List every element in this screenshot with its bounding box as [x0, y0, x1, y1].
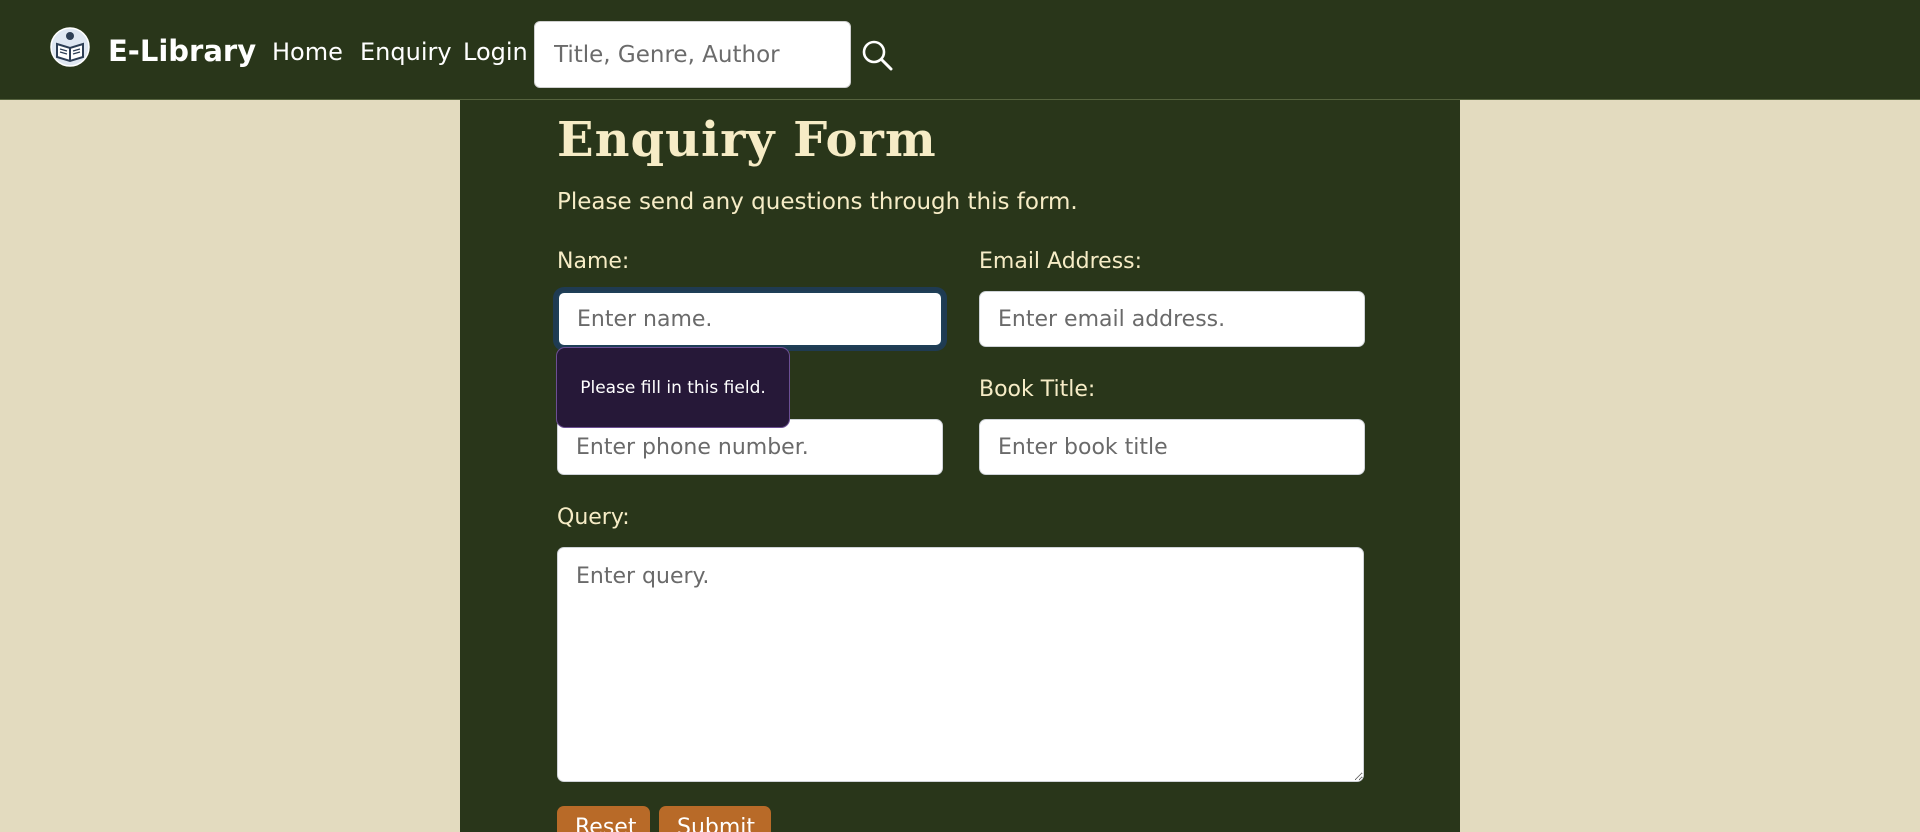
query-field[interactable]	[557, 547, 1364, 782]
email-field[interactable]	[979, 291, 1365, 347]
nav-login-link[interactable]: Login	[463, 36, 528, 68]
name-label: Name:	[557, 249, 630, 274]
validation-tooltip: Please fill in this field.	[556, 347, 790, 428]
submit-button[interactable]: Submit	[659, 806, 771, 832]
reset-button[interactable]: Reset	[557, 806, 650, 832]
brand-name[interactable]: E-Library	[108, 31, 256, 71]
book-title-field[interactable]	[979, 419, 1365, 475]
email-label: Email Address:	[979, 249, 1143, 274]
page-title: Enquiry Form	[557, 112, 937, 168]
name-field[interactable]	[557, 291, 943, 347]
search-icon[interactable]	[860, 38, 894, 72]
form-intro: Please send any questions through this f…	[557, 189, 1078, 215]
search-input[interactable]	[534, 21, 851, 88]
query-label: Query:	[557, 505, 630, 530]
book-title-label: Book Title:	[979, 377, 1096, 402]
nav-enquiry-link[interactable]: Enquiry	[360, 36, 452, 68]
book-reader-icon[interactable]	[50, 27, 90, 67]
nav-home-link[interactable]: Home	[272, 36, 343, 68]
navbar: E-Library Home Enquiry Login	[0, 0, 1920, 100]
